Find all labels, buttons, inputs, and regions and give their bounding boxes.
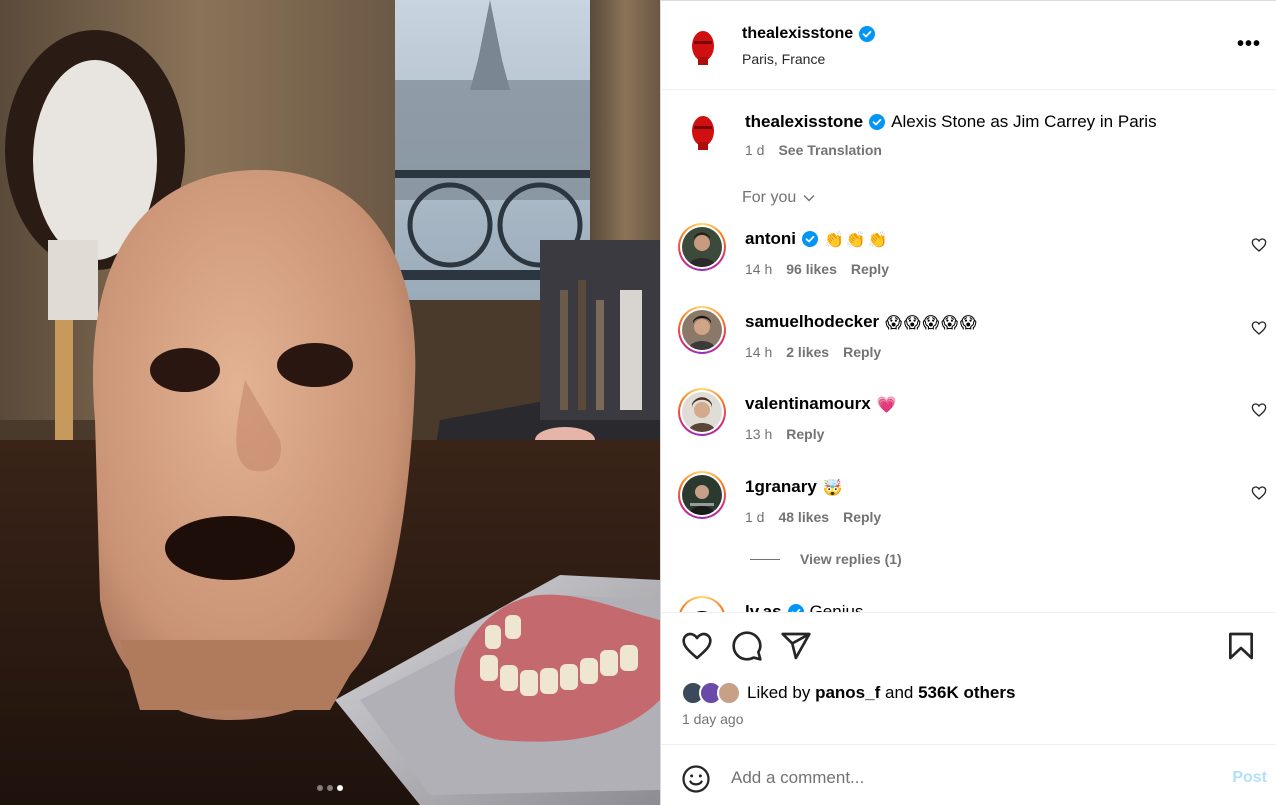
comment-meta: 1 d 48 likes Reply	[745, 509, 881, 525]
comment-text: 🤯	[822, 477, 845, 497]
likes-text: Liked by panos_f and 536K others	[747, 683, 1015, 703]
comment-text: 💗	[876, 394, 899, 414]
comment-time[interactable]: 14 h	[745, 261, 772, 277]
view-replies-label: View replies (1)	[800, 551, 902, 567]
liker-avatar	[717, 681, 741, 705]
share-paper-plane-icon[interactable]	[780, 630, 812, 662]
comment-time[interactable]: 13 h	[745, 426, 772, 442]
comment-time[interactable]: 1 d	[745, 509, 764, 525]
comment-content: samuelhodecker 😱😱😱😱😱	[745, 312, 979, 332]
caption-text: Alexis Stone as Jim Carrey in Paris	[891, 112, 1157, 131]
comment-content: lv.as Genius	[745, 602, 863, 612]
comment-likes[interactable]: 2 likes	[786, 344, 829, 360]
caption-meta: 1 d See Translation	[745, 142, 882, 158]
post-details-panel: thealexisstone Paris, France ••• thealex…	[660, 0, 1276, 805]
author-avatar[interactable]	[682, 24, 724, 66]
post-actions: Liked by panos_f and 536K others 1 day a…	[661, 612, 1276, 744]
caption-username[interactable]: thealexisstone	[745, 112, 863, 132]
reply-button[interactable]: Reply	[786, 426, 824, 442]
like-comment-heart-icon[interactable]	[1251, 402, 1267, 418]
likes-prefix: Liked by	[747, 683, 811, 702]
post-location[interactable]: Paris, France	[742, 51, 825, 67]
comment-item: 1granary 🤯 1 d 48 likes Reply	[661, 471, 1276, 541]
comment-text: 👏👏👏	[824, 229, 890, 249]
comment-item: antoni 👏👏👏 14 h 96 likes Reply	[661, 223, 1276, 293]
commenter-username[interactable]: antoni	[745, 229, 796, 249]
likes-count[interactable]: 536K others	[918, 683, 1015, 702]
carousel-indicator	[0, 785, 660, 791]
comment-content: valentinamourx 💗	[745, 394, 899, 414]
replies-divider	[750, 558, 780, 560]
commenter-avatar[interactable]	[678, 596, 726, 612]
commenter-username[interactable]: valentinamourx	[745, 394, 871, 414]
verified-badge-icon	[802, 231, 818, 247]
like-comment-heart-icon[interactable]	[1251, 485, 1267, 501]
like-comment-heart-icon[interactable]	[1251, 237, 1267, 253]
comment-meta: 14 h 96 likes Reply	[745, 261, 889, 277]
commenter-avatar[interactable]	[678, 223, 726, 271]
comment-sort-label: For you	[742, 189, 797, 206]
reply-button[interactable]: Reply	[851, 261, 889, 277]
caption-author-avatar[interactable]	[682, 109, 724, 151]
verified-badge-icon	[859, 26, 876, 42]
comment-input[interactable]	[731, 763, 1211, 793]
save-bookmark-icon[interactable]	[1225, 630, 1257, 662]
likes-summary[interactable]: Liked by panos_f and 536K others	[681, 681, 1015, 705]
verified-badge-icon	[869, 114, 886, 130]
caption: thealexisstone Alexis Stone as Jim Carre…	[745, 112, 1157, 132]
add-comment-bar: Post	[661, 744, 1276, 805]
comment-meta: 14 h 2 likes Reply	[745, 344, 881, 360]
comment-likes[interactable]: 48 likes	[778, 509, 829, 525]
post-media[interactable]	[0, 0, 660, 805]
comment-time[interactable]: 14 h	[745, 344, 772, 360]
commenter-avatar[interactable]	[678, 471, 726, 519]
commenter-username[interactable]: lv.as	[745, 602, 782, 612]
likes-connector: and	[884, 683, 914, 702]
like-heart-icon[interactable]	[681, 630, 713, 662]
carousel-dot-active[interactable]	[337, 785, 343, 791]
comments-list[interactable]: thealexisstone Alexis Stone as Jim Carre…	[661, 91, 1276, 612]
caption-time[interactable]: 1 d	[745, 142, 764, 158]
verified-badge-icon	[787, 604, 804, 612]
post-header: thealexisstone Paris, France •••	[661, 0, 1276, 90]
carousel-dot[interactable]	[327, 785, 333, 791]
post-timestamp[interactable]: 1 day ago	[682, 711, 744, 727]
comment-meta: 13 h Reply	[745, 426, 824, 442]
comment-sort-dropdown[interactable]: For you	[742, 189, 816, 207]
reply-button[interactable]: Reply	[843, 509, 881, 525]
comment-bubble-icon[interactable]	[731, 630, 763, 662]
commenter-avatar[interactable]	[678, 306, 726, 354]
reply-button[interactable]: Reply	[843, 344, 881, 360]
carousel-dot[interactable]	[317, 785, 323, 791]
author-username[interactable]: thealexisstone	[742, 25, 853, 43]
chevron-down-icon	[803, 195, 815, 202]
comment-likes[interactable]: 96 likes	[786, 261, 837, 277]
emoji-picker-icon[interactable]	[681, 764, 711, 794]
commenter-username[interactable]: 1granary	[745, 477, 817, 497]
post-comment-button[interactable]: Post	[1232, 769, 1267, 787]
liker-username[interactable]: panos_f	[815, 683, 880, 702]
see-translation-button[interactable]: See Translation	[778, 142, 881, 158]
comment-item: valentinamourx 💗 13 h Reply	[661, 388, 1276, 458]
author-username-row: thealexisstone	[742, 25, 876, 43]
comment-content: antoni 👏👏👏	[745, 229, 890, 249]
comment-item: lv.as Genius	[661, 596, 1276, 612]
like-comment-heart-icon[interactable]	[1251, 320, 1267, 336]
commenter-username[interactable]: samuelhodecker	[745, 312, 879, 332]
more-options-icon[interactable]: •••	[1237, 33, 1261, 56]
view-replies-button[interactable]: View replies (1)	[750, 551, 902, 567]
comment-text: Genius	[809, 602, 864, 612]
post-photo	[0, 0, 660, 805]
comment-text: 😱😱😱😱😱	[885, 312, 979, 332]
commenter-avatar[interactable]	[678, 388, 726, 436]
comment-item: samuelhodecker 😱😱😱😱😱 14 h 2 likes Reply	[661, 306, 1276, 376]
comment-content: 1granary 🤯	[745, 477, 845, 497]
